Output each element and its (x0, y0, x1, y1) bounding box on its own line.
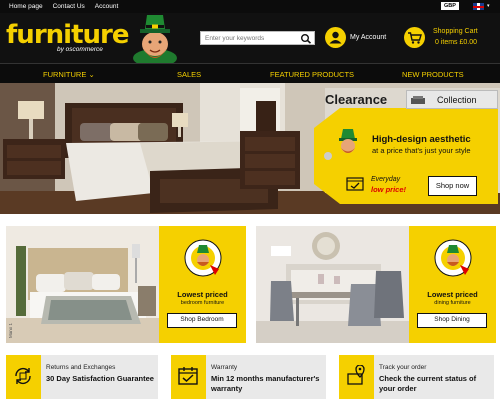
track-order-icon (347, 365, 365, 385)
promo-title: Lowest priced (177, 290, 228, 299)
search-input[interactable] (201, 32, 298, 44)
usp-text: Min 12 months manufacturer's warranty (211, 374, 320, 393)
bedroom-promo: Lowest priced bedroom furniture Shop Bed… (159, 226, 246, 343)
hero-title: Clearance (325, 92, 388, 107)
uk-flag-icon[interactable] (473, 3, 484, 10)
usp-title: Warranty (211, 364, 238, 371)
shopping-cart-link[interactable]: Shopping Cart (433, 28, 478, 35)
bedroom-furniture-photo: Mano 1 (6, 226, 159, 343)
usp-icon-box (339, 355, 374, 399)
chevron-down-icon: ▾ (487, 3, 490, 9)
logo-subtitle: by oscommerce (57, 46, 103, 53)
account-link[interactable]: Account (95, 3, 119, 10)
main-nav: FURNITURE ⌄ SALES FEATURED PRODUCTS NEW … (0, 63, 500, 83)
returns-icon (15, 367, 31, 385)
furniture-ideal-badge-icon (184, 239, 222, 277)
usp-title: Returns and Exchanges (46, 364, 116, 371)
usp-icon-box (6, 355, 41, 399)
contact-us-link[interactable]: Contact Us (53, 3, 85, 10)
promo-subtitle: dining furniture (434, 300, 471, 306)
usp-text: Check the current status of your order (379, 374, 477, 393)
search-box (200, 31, 315, 45)
nav-item-sales[interactable]: SALES (177, 70, 201, 79)
shop-now-button[interactable]: Shop now (428, 176, 477, 196)
collection-button[interactable]: Collection (406, 90, 498, 109)
cart-icon[interactable] (404, 27, 425, 48)
promo-subtitle: bedroom furniture (180, 300, 225, 306)
cart-summary: 0 items £0.00 (435, 39, 478, 46)
home-page-link[interactable]: Home page (9, 3, 43, 10)
dining-furniture-photo (256, 226, 409, 343)
shop-dining-button[interactable]: Shop Dining (417, 313, 487, 328)
search-icon[interactable] (300, 33, 312, 44)
leprechaun-mascot-icon (133, 15, 177, 63)
leprechaun-mascot-icon (339, 129, 357, 153)
nav-item-furniture[interactable]: FURNITURE ⌄ (43, 70, 95, 79)
nav-item-new-products[interactable]: NEW PRODUCTS (402, 70, 464, 79)
my-account-link[interactable]: My Account (350, 34, 386, 41)
dining-promo: Lowest priced dining furniture Shop Dini… (409, 226, 496, 343)
dining-panel[interactable]: Lowest priced dining furniture Shop Dini… (256, 226, 496, 343)
promo-title: Lowest priced (427, 290, 478, 299)
usp-text: 30 Day Satisfaction Guarantee (46, 374, 154, 383)
usp-icon-box (171, 355, 206, 399)
top-bar: Home page Contact Us Account GBP ▾ (0, 0, 500, 13)
low-price-text: low price! (371, 185, 407, 194)
usp-warranty[interactable]: Warranty Min 12 months manufacturer's wa… (171, 355, 326, 399)
svg-text:Mano 1: Mano 1 (8, 322, 13, 338)
sofa-icon (411, 96, 425, 104)
calendar-icon (178, 367, 198, 385)
tag-subheading: at a price that's just your style (372, 146, 471, 155)
shop-bedroom-button[interactable]: Shop Bedroom (167, 313, 237, 328)
usp-returns[interactable]: Returns and Exchanges 30 Day Satisfactio… (6, 355, 158, 399)
bedroom-panel[interactable]: Mano 1 Lowest priced bedroom furniture S… (6, 226, 246, 343)
currency-selector[interactable]: GBP (441, 2, 459, 10)
header: furniture by oscommerce My Account Shopp… (0, 13, 500, 63)
usp-track-order[interactable]: Track your order Check the current statu… (339, 355, 494, 399)
calendar-icon (346, 177, 364, 191)
usp-title: Track your order (379, 364, 427, 371)
tag-heading: High-design aesthetic (372, 134, 471, 145)
furniture-ideal-badge-icon (434, 239, 472, 277)
user-icon[interactable] (325, 27, 346, 48)
nav-item-label: FURNITURE (43, 70, 87, 79)
everyday-text: Everyday (371, 176, 401, 183)
collection-label: Collection (437, 95, 477, 105)
nav-item-featured-products[interactable]: FEATURED PRODUCTS (270, 70, 354, 79)
chevron-down-icon: ⌄ (88, 70, 95, 79)
